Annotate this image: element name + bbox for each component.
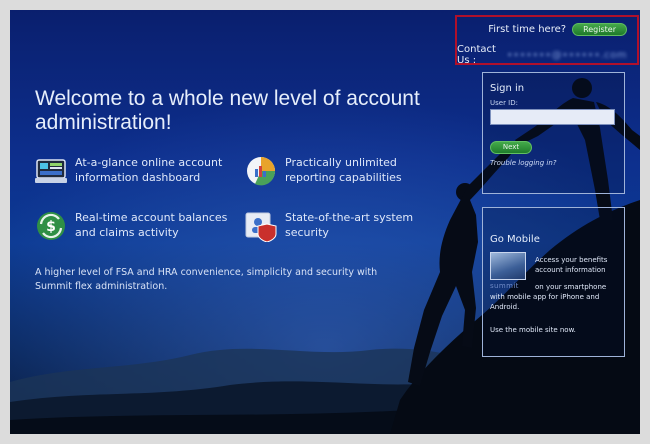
mobile-site-link[interactable]: Use the mobile site now. (490, 325, 622, 335)
page-title: Welcome to a whole new level of account … (35, 87, 420, 134)
user-id-label: User ID: (490, 99, 518, 107)
feature-security: State-of-the-art system security (245, 210, 445, 242)
dollar-refresh-icon: $ (37, 212, 65, 240)
first-time-label: First time here? (488, 24, 567, 35)
user-id-input[interactable] (490, 109, 615, 125)
feature-reporting: Practically unlimited reporting capabili… (245, 155, 445, 187)
go-mobile-title: Go Mobile (490, 234, 540, 245)
reporting-chart-icon (247, 157, 276, 186)
feature-text: Real-time account balances and claims ac… (75, 211, 228, 239)
sign-in-title: Sign in (490, 83, 525, 94)
mobile-text-line4: with mobile app for iPhone and Android. (490, 293, 600, 311)
feature-dashboard: At-a-glance online account information d… (35, 155, 235, 187)
contact-register-box: First time here? Register Contact Us : •… (455, 15, 639, 66)
register-button[interactable]: Register (572, 23, 627, 36)
register-row: First time here? Register (488, 23, 627, 36)
svg-text:$: $ (46, 219, 56, 235)
feature-balances: $ Real-time account balances and claims … (35, 210, 235, 242)
dashboard-icon (35, 159, 67, 183)
contact-label: Contact Us : (457, 44, 496, 66)
mobile-text-line3: on your smartphone (535, 283, 607, 291)
tagline: A higher level of FSA and HRA convenienc… (35, 267, 378, 292)
login-page: First time here? Register Contact Us : •… (10, 10, 640, 434)
mobile-app-image (490, 252, 526, 280)
feature-text: Practically unlimited reporting capabili… (285, 156, 402, 184)
trouble-logging-in-link[interactable]: Trouble logging in? (490, 159, 557, 167)
feature-text: State-of-the-art system security (285, 211, 414, 239)
contact-email-link[interactable]: •••••••@••••••.com (507, 50, 627, 61)
go-mobile-panel: Go Mobile summit Access your benefits ac… (482, 207, 625, 357)
mobile-text-line2: account information (535, 266, 606, 274)
sign-in-panel: Sign in User ID: Next Trouble logging in… (482, 72, 625, 194)
contact-row: Contact Us : •••••••@••••••.com (457, 44, 627, 66)
next-button[interactable]: Next (490, 141, 532, 154)
summit-logo-text: summit (490, 282, 519, 290)
security-shield-icon (245, 212, 277, 242)
mobile-text-line1: Access your benefits (535, 256, 608, 264)
feature-text: At-a-glance online account information d… (75, 156, 223, 184)
